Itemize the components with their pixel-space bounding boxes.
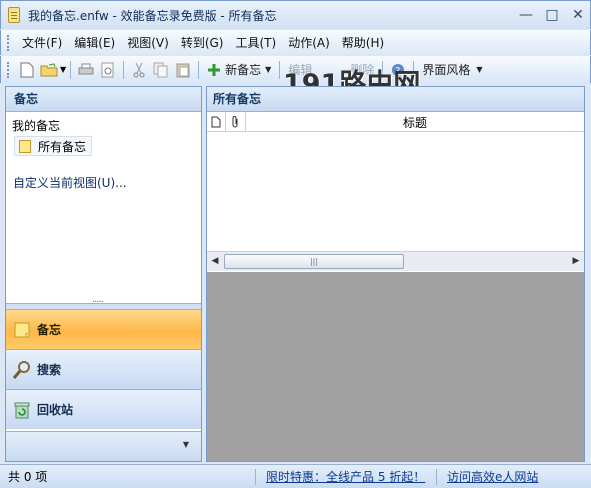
window-title: 我的备忘.enfw - 效能备忘录免费版 - 所有备忘 <box>28 8 277 23</box>
customize-view-link[interactable]: 自定义当前视图(U)... <box>13 174 127 191</box>
nav-search-label: 搜索 <box>37 363 62 377</box>
maximize-button[interactable]: □ <box>541 5 563 25</box>
minimize-button[interactable]: — <box>515 5 537 25</box>
navigation-pane: 备忘 我的备忘 所有备忘 自定义当前视图(U)... 备忘 搜索 回收站 ▼ <box>5 86 202 462</box>
cut-icon[interactable] <box>130 61 148 79</box>
nav-notes-button[interactable]: 备忘 <box>6 309 201 349</box>
note-folder-icon <box>19 139 31 153</box>
toolbar-separator <box>198 60 200 79</box>
reading-pane <box>207 273 584 461</box>
note-icon <box>12 320 32 340</box>
new-note-dropdown-icon[interactable]: ▼ <box>265 65 271 74</box>
column-attachment[interactable] <box>226 112 246 132</box>
ui-style-label: 界面风格 <box>422 63 471 77</box>
horizontal-scrollbar[interactable]: ◀ ||| ▶ <box>207 251 584 271</box>
item-count: 共 0 项 <box>8 470 48 484</box>
nav-recycle-bin-label: 回收站 <box>37 403 74 417</box>
menu-help[interactable]: 帮助(H) <box>336 33 390 53</box>
open-folder-icon[interactable] <box>40 61 58 79</box>
menu-edit[interactable]: 编辑(E) <box>68 33 121 53</box>
print-icon[interactable] <box>77 61 95 79</box>
copy-icon[interactable] <box>152 61 170 79</box>
scroll-left-icon[interactable]: ◀ <box>210 256 220 266</box>
menu-tools[interactable]: 工具(T) <box>229 33 282 53</box>
my-notes-section: 我的备忘 <box>12 119 61 133</box>
app-icon <box>8 7 20 23</box>
navigation-pane-header: 备忘 <box>6 87 201 112</box>
ui-style-button[interactable]: 界面风格 ▼ <box>418 59 486 81</box>
menu-goto[interactable]: 转到(G) <box>175 33 230 53</box>
status-bar: 共 0 项 限时特惠：全线产品 5 折起！ 访问高效e人网站 <box>0 464 591 488</box>
close-button[interactable]: ✕ <box>567 5 589 25</box>
menu-view[interactable]: 视图(V) <box>121 33 175 53</box>
toolbar-separator <box>123 60 125 79</box>
nav-overflow-bar[interactable]: ▼ <box>6 431 201 461</box>
search-icon <box>12 360 32 380</box>
all-notes-label: 所有备忘 <box>38 139 87 154</box>
menu-grip[interactable] <box>7 34 10 51</box>
plus-icon <box>208 63 221 76</box>
content-pane: 所有备忘 标题 ◀ ||| ▶ <box>206 86 585 462</box>
paste-icon[interactable] <box>174 61 192 79</box>
title-bar: 我的备忘.enfw - 效能备忘录免费版 - 所有备忘 — □ ✕ <box>0 0 591 29</box>
paperclip-icon <box>232 116 237 128</box>
visit-website-link[interactable]: 访问高效e人网站 <box>437 468 538 485</box>
new-note-button[interactable]: 新备忘 ▼ <box>203 59 275 81</box>
recycle-bin-icon <box>12 400 32 420</box>
toolbar-grip[interactable] <box>7 61 10 78</box>
column-type[interactable] <box>207 112 226 132</box>
ui-style-dropdown-icon[interactable]: ▼ <box>476 65 482 74</box>
print-preview-icon[interactable] <box>99 61 117 79</box>
open-dropdown-icon[interactable]: ▼ <box>60 65 66 74</box>
toolbar-separator <box>70 60 72 79</box>
all-notes-folder[interactable]: 所有备忘 <box>14 136 93 156</box>
scroll-right-icon[interactable]: ▶ <box>571 256 581 266</box>
notes-list[interactable]: 标题 ◀ ||| ▶ <box>207 112 584 272</box>
scroll-thumb[interactable]: ||| <box>224 254 404 269</box>
menu-file[interactable]: 文件(F) <box>16 33 68 53</box>
new-note-label: 新备忘 <box>225 63 262 77</box>
menu-bar: 文件(F) 编辑(E) 视图(V) 转到(G) 工具(T) 动作(A) 帮助(H… <box>0 30 591 55</box>
toolbar-separator <box>279 60 281 79</box>
content-pane-header: 所有备忘 <box>207 87 584 112</box>
column-title[interactable]: 标题 <box>246 112 584 132</box>
promo-link[interactable]: 限时特惠：全线产品 5 折起！ <box>256 468 436 485</box>
new-file-icon[interactable] <box>18 61 36 79</box>
list-column-header: 标题 <box>207 112 584 132</box>
nav-search-button[interactable]: 搜索 <box>6 349 201 389</box>
chevron-down-icon[interactable]: ▼ <box>183 440 189 449</box>
nav-notes-label: 备忘 <box>37 323 62 337</box>
document-icon <box>211 116 221 128</box>
nav-recycle-bin-button[interactable]: 回收站 <box>6 389 201 429</box>
menu-actions[interactable]: 动作(A) <box>282 33 336 53</box>
